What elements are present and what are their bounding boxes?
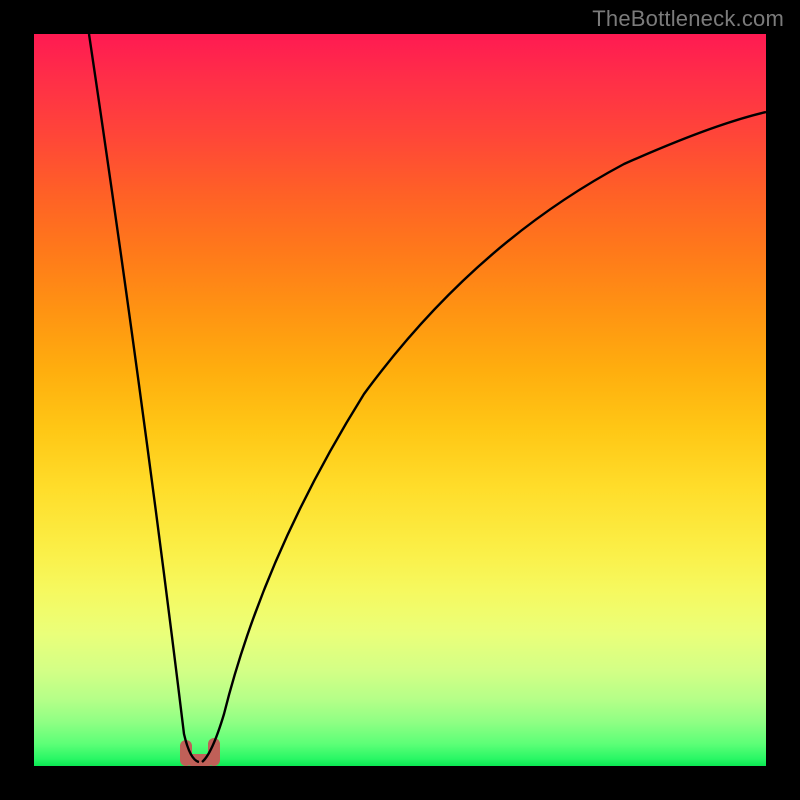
plot-area — [34, 34, 766, 766]
watermark-text: TheBottleneck.com — [592, 6, 784, 32]
chart-frame: TheBottleneck.com — [0, 0, 800, 800]
curve-layer — [34, 34, 766, 766]
left-arm-curve — [89, 34, 199, 762]
right-arm-curve — [202, 112, 766, 762]
